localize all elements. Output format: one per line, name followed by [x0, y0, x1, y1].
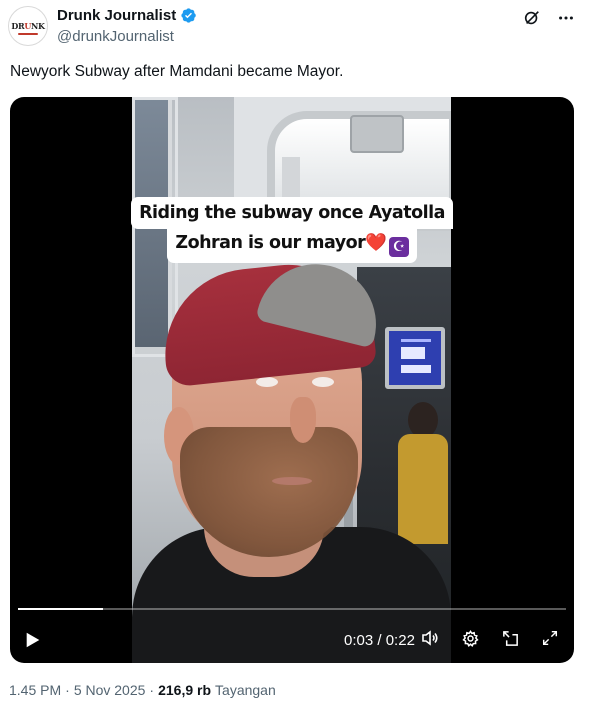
eye-right [312, 377, 334, 387]
nose [290, 397, 316, 443]
tweet: DRUNK Drunk Journalist @drunkJournalist … [0, 0, 592, 701]
play-icon [26, 632, 40, 648]
meta-separator: · [149, 682, 155, 698]
video-caption: Riding the subway once Ayatolla Zohran i… [131, 197, 453, 263]
eye-left [256, 377, 278, 387]
avatar[interactable]: DRUNK [8, 6, 48, 46]
tweet-text: Newyork Subway after Mamdani became Mayo… [10, 63, 344, 80]
heart-emoji-icon: ❤️ [365, 233, 387, 253]
caption-line-2: Zohran is our mayor❤️ ☪ [167, 227, 417, 263]
avatar-logo-text-3: NK [31, 21, 45, 31]
video-controls-right [420, 628, 560, 648]
post-time[interactable]: 1.45 PM [9, 682, 61, 698]
current-time: 0:03 [344, 631, 374, 649]
video-player[interactable]: Riding the subway once Ayatolla Zohran i… [10, 97, 574, 663]
header-actions [522, 8, 576, 28]
volume-icon[interactable] [420, 628, 440, 648]
play-button[interactable] [24, 627, 44, 653]
mouth [272, 477, 312, 485]
author-handle[interactable]: @drunkJournalist [57, 28, 174, 45]
fullscreen-icon[interactable] [540, 628, 560, 648]
caption-line-1: Riding the subway once Ayatolla [131, 197, 453, 229]
author-name-row: Drunk Journalist [57, 7, 197, 24]
time-separator: / [373, 631, 386, 649]
view-count-label: Tayangan [215, 682, 276, 698]
verified-badge-icon[interactable] [180, 7, 197, 24]
picture-in-picture-icon[interactable] [500, 628, 520, 648]
video-time: 0:03 / 0:22 [344, 627, 415, 653]
post-date[interactable]: 5 Nov 2025 [74, 682, 146, 698]
avatar-logo-text-1: DR [11, 21, 25, 31]
grok-icon[interactable] [522, 8, 542, 28]
video-progress-fill [18, 608, 103, 610]
avatar-logo-text-2: U [24, 21, 31, 31]
avatar-logo-underline [18, 33, 38, 35]
star-and-crescent-emoji-icon: ☪ [388, 237, 409, 257]
meta-separator: · [65, 682, 70, 698]
subway-fixture [350, 115, 404, 153]
duration: 0:22 [385, 631, 415, 649]
settings-gear-icon[interactable] [460, 628, 480, 648]
man-in-video [132, 251, 451, 663]
video-progress-bar[interactable] [18, 608, 566, 610]
video-frame[interactable] [132, 97, 451, 663]
display-name[interactable]: Drunk Journalist [57, 7, 176, 24]
avatar-logo: DRUNK [11, 21, 45, 31]
more-icon[interactable] [556, 8, 576, 28]
tweet-meta: 1.45 PM · 5 Nov 2025 · 216,9 rb Tayangan [9, 682, 276, 698]
view-count: 216,9 rb [158, 682, 212, 698]
caption-line-2-text: Zohran is our mayor [175, 233, 366, 253]
